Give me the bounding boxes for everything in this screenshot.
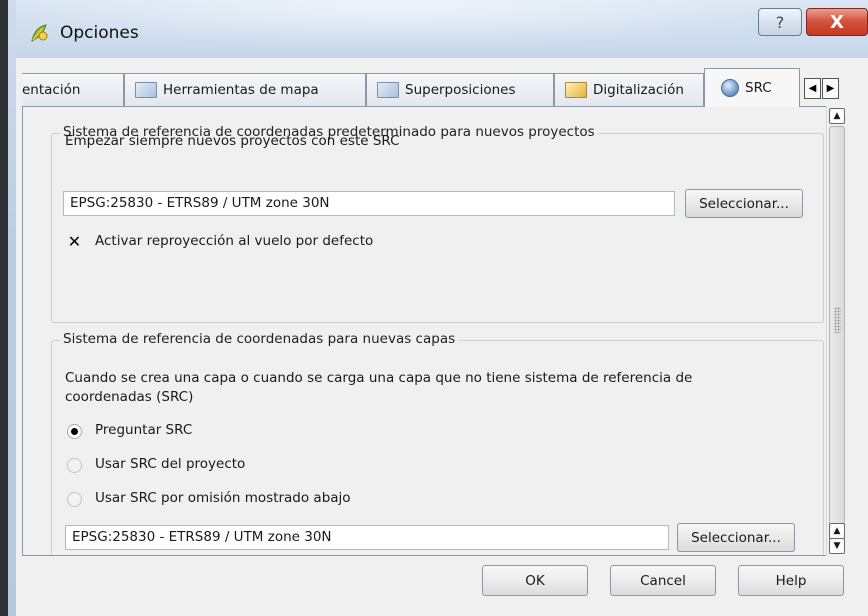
select-project-crs-button[interactable]: Seleccionar... <box>685 189 803 218</box>
radio-use-default-crs-label: Usar SRC por omisión mostrado abajo <box>95 490 351 506</box>
tab-label: Herramientas de mapa <box>163 82 319 98</box>
radio-use-project-crs-label: Usar SRC del proyecto <box>95 456 246 472</box>
tab-overlays[interactable]: Superposiciones <box>366 73 554 106</box>
scroll-down-button[interactable]: ▼ <box>829 538 845 554</box>
arrow-right-icon: ▶ <box>826 83 835 94</box>
question-icon: ? <box>775 12 785 32</box>
otf-reprojection-label: Activar reproyección al vuelo por defect… <box>95 233 374 249</box>
select-layer-crs-button[interactable]: Seleccionar... <box>677 523 795 552</box>
help-button[interactable]: Help <box>738 565 844 596</box>
project-crs-field[interactable]: EPSG:25830 - ETRS89 / UTM zone 30N <box>63 191 675 216</box>
tab-map-tools[interactable]: Herramientas de mapa <box>124 73 366 106</box>
arrow-up-icon: ▲ <box>833 526 841 536</box>
radio-ask-crs[interactable] <box>67 424 82 439</box>
tab-label: Digitalización <box>593 82 684 98</box>
tab-label: Superposiciones <box>405 82 516 98</box>
tab-presentation[interactable]: entación <box>22 73 124 106</box>
tab-digitizing[interactable]: Digitalización <box>554 73 704 106</box>
otf-reprojection-checkbox[interactable]: ✕ <box>67 231 82 251</box>
ok-button[interactable]: OK <box>482 565 588 596</box>
tab-bar: entación Herramientas de mapa Superposic… <box>22 68 862 107</box>
scroll-up-button[interactable]: ▲ <box>829 108 845 124</box>
new-layers-description-line1: Cuando se crea una capa o cuando se carg… <box>65 370 693 386</box>
radio-use-project-crs[interactable] <box>67 458 82 473</box>
map-tools-icon <box>135 82 157 98</box>
scroll-up-button-bottom[interactable]: ▲ <box>829 523 845 539</box>
help-title-button[interactable]: ? <box>758 8 802 36</box>
qgis-logo-icon <box>31 24 48 42</box>
window-title: Opciones <box>60 23 139 43</box>
grip-icon <box>834 307 841 333</box>
scroll-thumb[interactable] <box>829 126 845 532</box>
vertical-scrollbar[interactable]: ▲ ▲ ▼ <box>826 106 847 556</box>
title-bar: Opciones <box>16 0 868 58</box>
overlay-icon <box>377 82 399 98</box>
layer-crs-field[interactable]: EPSG:25830 - ETRS89 / UTM zone 30N <box>65 525 669 550</box>
tab-crs[interactable]: SRC <box>704 68 800 107</box>
close-icon: X <box>830 11 844 33</box>
digitize-icon <box>565 82 587 98</box>
radio-use-default-crs[interactable] <box>67 492 82 507</box>
check-x-icon: ✕ <box>67 231 82 251</box>
radio-ask-crs-label: Preguntar SRC <box>95 422 193 438</box>
arrow-left-icon: ◀ <box>808 83 817 94</box>
cancel-button[interactable]: Cancel <box>610 565 716 596</box>
globe-icon <box>721 79 739 97</box>
always-start-label: Empezar siempre nuevos proyectos con est… <box>65 133 400 149</box>
new-layers-description-line2: coordenadas (SRC) <box>65 389 194 405</box>
group-title: Sistema de referencia de coordenadas par… <box>60 331 459 347</box>
tab-label: SRC <box>745 80 772 96</box>
arrow-up-icon: ▲ <box>833 111 841 121</box>
tab-scroll-left-button[interactable]: ◀ <box>804 78 821 99</box>
tab-label: entación <box>22 82 81 98</box>
close-button[interactable]: X <box>806 8 868 36</box>
tab-scroll-right-button[interactable]: ▶ <box>822 78 839 99</box>
default-project-crs-group: Sistema de referencia de coordenadas pre… <box>51 124 824 323</box>
crs-settings-page: Sistema de referencia de coordenadas pre… <box>22 106 840 556</box>
arrow-down-icon: ▼ <box>833 541 841 551</box>
